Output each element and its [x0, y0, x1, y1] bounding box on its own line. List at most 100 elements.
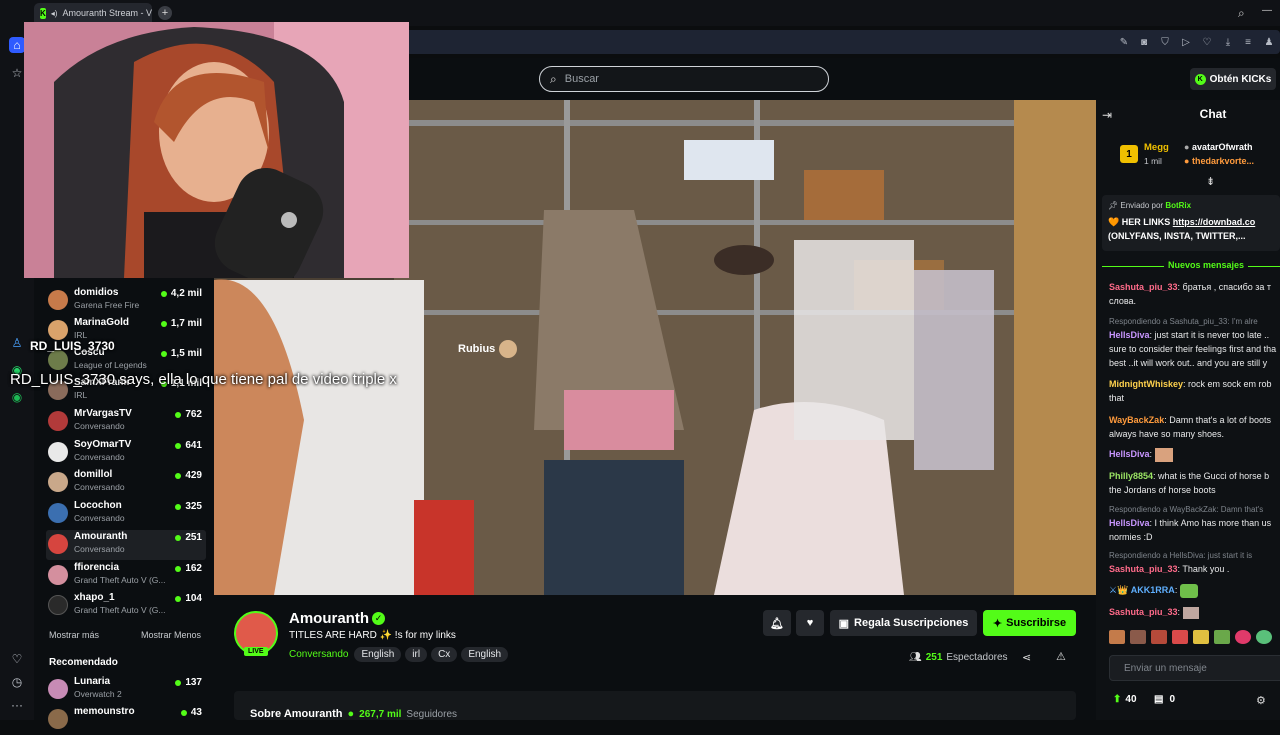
webcam-frame	[24, 22, 409, 278]
download-icon[interactable]: ⤓	[1221, 35, 1235, 49]
sidebar-item-xhapo[interactable]: xhapo_1 Grand Theft Auto V (G... 104	[46, 591, 206, 621]
sidebar-item-memounstro[interactable]: memounstro 43	[46, 705, 206, 735]
search-tabs-icon[interactable]: ⌕	[1238, 6, 1245, 21]
live-dot-icon	[175, 472, 182, 479]
menu-icon[interactable]: ≡	[1241, 35, 1255, 49]
home-icon[interactable]: ⌂	[9, 37, 25, 53]
chat-username[interactable]: Sashuta_piu_33	[1109, 282, 1178, 292]
channel-name: SoyOmarTV	[74, 439, 132, 450]
viewer-count: 641	[175, 440, 202, 451]
gift-balance[interactable]: ▤ 0	[1154, 694, 1175, 705]
emote-icon[interactable]	[1193, 630, 1209, 644]
top-gifter-name-text: avatarOfwrath	[1191, 142, 1253, 152]
get-kicks-button[interactable]: K Obtén KICKs	[1190, 68, 1276, 90]
viewer-count-value: 43	[190, 707, 202, 718]
kicks-balance[interactable]: ⬆ 40	[1113, 694, 1137, 705]
minimize-icon[interactable]: —	[1262, 5, 1272, 16]
chat-username[interactable]: MidnightWhiskey	[1109, 379, 1183, 389]
viewer-count: 1,5 mil	[160, 348, 202, 359]
emote-icon[interactable]	[1151, 630, 1167, 644]
star-icon[interactable]: ☆	[9, 65, 25, 81]
top-gifter-name[interactable]: ● avatarOfwrath	[1184, 142, 1252, 152]
show-less-link[interactable]: Mostrar Menos	[141, 630, 201, 640]
report-icon[interactable]: ⚠	[1056, 650, 1066, 663]
channel-name: memounstro	[74, 706, 135, 717]
chat-username[interactable]: AKK1RRA	[1131, 585, 1175, 595]
sidebar-item-lunaria[interactable]: Lunaria Overwatch 2 137	[46, 675, 206, 705]
sidebar-item-ffiorencia[interactable]: ffiorencia Grand Theft Auto V (G... 162	[46, 561, 206, 591]
streamer-name[interactable]: Amouranth	[289, 610, 369, 627]
live-badge: LIVE	[244, 647, 268, 656]
live-dot-icon	[175, 679, 182, 686]
chat-username[interactable]: Sashuta_piu_33	[1109, 564, 1178, 574]
tag[interactable]: irl	[405, 647, 428, 662]
emote-icon[interactable]	[1214, 630, 1230, 644]
chat-message: Sashuta_piu_33: Thank you .	[1109, 564, 1230, 574]
chat-message: WayBackZak: Damn that's a lot of boots	[1109, 415, 1271, 425]
play-icon[interactable]: ▷	[1179, 35, 1193, 49]
channel-category: League of Legends	[74, 360, 147, 370]
tag[interactable]: English	[461, 647, 509, 662]
top-gifter-name[interactable]: Megg	[1144, 142, 1169, 153]
search-icon: ⌕	[550, 71, 557, 86]
category-link[interactable]: Conversando	[289, 649, 348, 660]
more-icon[interactable]: ···	[9, 697, 25, 713]
live-dot-icon	[180, 709, 187, 716]
tag[interactable]: English	[354, 647, 402, 662]
chat-panel: ⇥ Chat 1 Megg 1 mil ● avatarOfwrath ● th…	[1096, 100, 1280, 720]
shield-icon[interactable]: ⛉	[1158, 35, 1172, 49]
avatar	[48, 350, 68, 370]
chat-username[interactable]: WayBackZak	[1109, 415, 1164, 425]
sidebar-item-domidios[interactable]: domidios Garena Free Fire 4,2 mil	[46, 286, 206, 316]
chat-username[interactable]: HellsDiva	[1109, 449, 1150, 459]
show-more-link[interactable]: Mostrar más	[49, 630, 99, 640]
gift-subs-button[interactable]: ▣ Regala Suscripciones	[830, 610, 977, 636]
chat-message: Sashuta_piu_33: братья , спасибо за т	[1109, 282, 1272, 292]
browser-tab[interactable]: K ◂) Amouranth Stream - Vi	[34, 3, 152, 23]
chat-settings-icon[interactable]: ⚙	[1256, 694, 1266, 707]
sidebar-item-locochon[interactable]: Locochon Conversando 325	[46, 499, 206, 529]
viewer-count-value: 641	[185, 440, 202, 451]
search-input[interactable]: ⌕ Buscar	[539, 66, 829, 92]
chat-input[interactable]: Enviar un mensaje	[1109, 655, 1280, 681]
chat-username[interactable]: HellsDiva	[1109, 518, 1150, 528]
chat-message: ⚔👑 AKK1RRA:	[1109, 583, 1280, 598]
emote-icon[interactable]	[1235, 630, 1251, 644]
sidebar-item-amouranth[interactable]: Amouranth Conversando 251	[46, 530, 206, 560]
pinned-line1: 🧡 HER LINKS https://downbad.co	[1108, 217, 1256, 227]
chat-username[interactable]: HellsDiva	[1109, 330, 1150, 340]
emote-icon[interactable]	[1256, 630, 1272, 644]
avatar	[48, 442, 68, 462]
emote-icon[interactable]	[1130, 630, 1146, 644]
history-icon[interactable]: ◷	[9, 674, 25, 690]
chat-username[interactable]: Philly8854	[1109, 471, 1153, 481]
expand-gifters-icon[interactable]: ⇟	[1206, 175, 1215, 188]
edit-icon[interactable]: ✎	[1117, 35, 1131, 49]
camera-icon[interactable]: ◙	[1137, 35, 1151, 49]
pinned-link[interactable]: https://downbad.co	[1173, 217, 1256, 227]
emote-icon[interactable]	[1172, 630, 1188, 644]
sidebar-item-soyomartv[interactable]: SoyOmarTV Conversando 641	[46, 438, 206, 468]
heart-icon[interactable]: ♡	[9, 651, 25, 667]
new-tab-button[interactable]: +	[158, 6, 172, 20]
emote-icon[interactable]	[1109, 630, 1125, 644]
sidebar-item-domillol[interactable]: domillol Conversando 429	[46, 468, 206, 498]
bell-icon: 🔔︎	[770, 617, 784, 630]
spotify-icon[interactable]: ◉	[9, 389, 25, 405]
tag[interactable]: Cx	[431, 647, 458, 662]
subscribe-button[interactable]: ✦ Suscribirse	[983, 610, 1076, 636]
sidebar-item-mrvargastv[interactable]: MrVargasTV Conversando 762	[46, 407, 206, 437]
kick-favicon-icon: K	[40, 7, 46, 19]
emote-bar	[1109, 630, 1272, 644]
live-dot-icon	[175, 503, 182, 510]
share-icon[interactable]: ⋖	[1022, 651, 1031, 664]
avatar	[48, 290, 68, 310]
heart-outline-icon[interactable]: ♡	[1200, 35, 1214, 49]
channel-category: Conversando	[74, 513, 125, 523]
chat-username[interactable]: Sashuta_piu_33	[1109, 607, 1178, 617]
viewer-count-value: 429	[185, 470, 202, 481]
extension-icon[interactable]: ♙	[9, 335, 25, 351]
profile-icon[interactable]: ♟	[1262, 35, 1276, 49]
follow-button[interactable]: ♥	[796, 610, 824, 636]
notify-button[interactable]: 🔔︎	[763, 610, 791, 636]
